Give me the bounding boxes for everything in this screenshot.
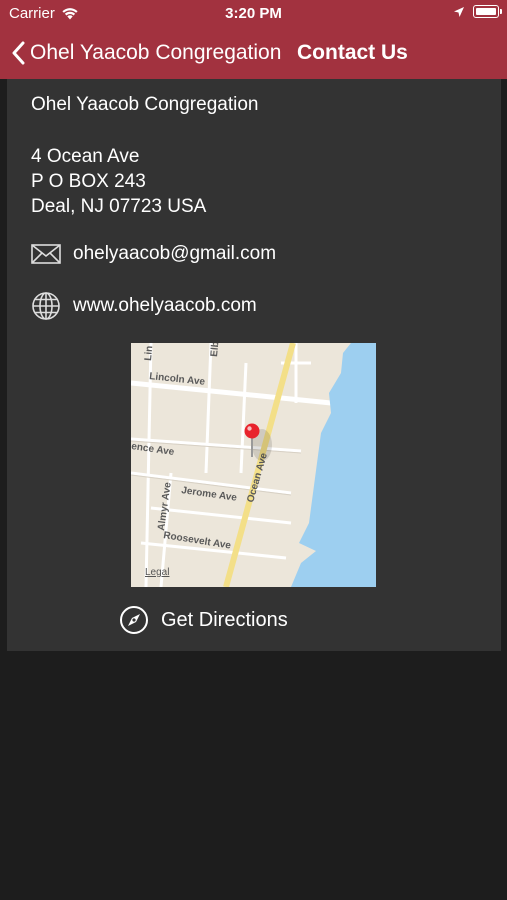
globe-icon [32, 292, 60, 320]
battery-icon [473, 5, 502, 18]
compass-icon [120, 606, 148, 634]
location-arrow-icon [454, 6, 464, 17]
website-link[interactable]: www.ohelyaacob.com [73, 295, 257, 317]
address-line: P O BOX 243 [31, 171, 146, 192]
email-link[interactable]: ohelyaacob@gmail.com [73, 243, 276, 265]
map-canvas: Lincoln Ave Lin Elb ence Ave Ocean Ave J… [131, 343, 376, 587]
back-button[interactable]: Ohel Yaacob Congregation [12, 34, 281, 72]
get-directions-button[interactable]: Get Directions [119, 605, 288, 635]
address-line: 4 Ocean Ave [31, 146, 140, 167]
address-line: Deal, NJ 07723 USA [31, 196, 207, 217]
contact-card: Ohel Yaacob Congregation 4 Ocean Ave P O… [7, 79, 501, 651]
map-legal-link[interactable]: Legal [145, 567, 169, 578]
page-title: Contact Us [297, 41, 408, 64]
get-directions-label: Get Directions [161, 608, 288, 631]
location-map[interactable]: Lincoln Ave Lin Elb ence Ave Ocean Ave J… [131, 343, 376, 587]
chevron-left-icon [12, 41, 25, 65]
congregation-name: Ohel Yaacob Congregation [31, 94, 259, 115]
back-button-label: Ohel Yaacob Congregation [30, 41, 282, 64]
status-right [453, 5, 502, 18]
email-row[interactable]: ohelyaacob@gmail.com [31, 243, 276, 265]
nav-bar: Ohel Yaacob Congregation Contact Us [0, 34, 507, 74]
status-time: 3:20 PM [225, 5, 282, 22]
map-label-lin: Lin [143, 345, 155, 361]
map-label-elb: Elb [209, 343, 221, 357]
website-row[interactable]: www.ohelyaacob.com [31, 291, 257, 321]
address-block[interactable]: 4 Ocean Ave P O BOX 243 Deal, NJ 07723 U… [31, 144, 206, 219]
envelope-icon [31, 244, 61, 264]
navigation-header: Carrier 3:20 PM Ohel Yaacob Congregation… [0, 0, 507, 79]
status-bar: Carrier 3:20 PM [0, 0, 507, 28]
